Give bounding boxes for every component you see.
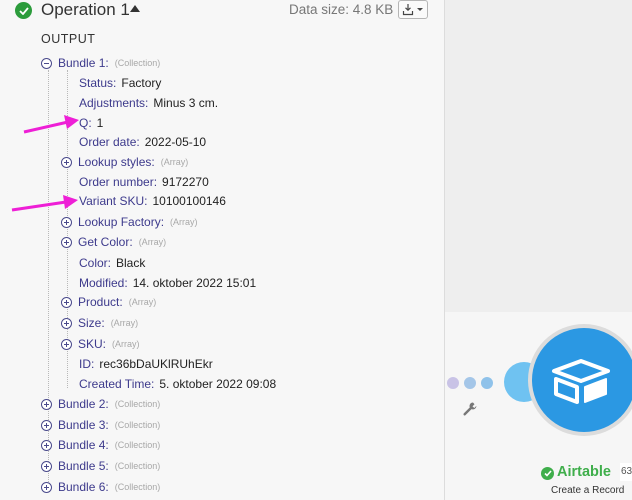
collapse-icon[interactable] — [41, 57, 52, 69]
connector-dot — [447, 377, 459, 389]
expand-icon[interactable] — [61, 296, 72, 308]
field-row-adjustments: Adjustments: Minus 3 cm. — [79, 94, 218, 112]
bundle-label: Bundle 2: — [58, 397, 109, 411]
operation-title[interactable]: Operation 1 — [41, 0, 130, 20]
field-row-color: Color: Black — [79, 254, 145, 272]
field-type: (Array) — [160, 157, 189, 167]
field-key: Created Time: — [79, 377, 155, 391]
expand-icon[interactable] — [41, 419, 52, 431]
field-value: Factory — [121, 76, 162, 90]
wrench-icon[interactable] — [462, 401, 478, 417]
field-key: Status: — [79, 76, 117, 90]
arrow-annotation-q — [23, 115, 79, 134]
bundle-3-row[interactable]: Bundle 3: (Collection) — [41, 416, 160, 434]
check-circle-icon — [15, 2, 32, 19]
field-row-status: Status: Factory — [79, 74, 161, 92]
field-value: 9172270 — [162, 175, 209, 189]
expand-icon[interactable] — [61, 317, 72, 329]
bundle-label: Bundle 5: — [58, 459, 109, 473]
field-key: Modified: — [79, 276, 128, 290]
field-row-lookup-styles[interactable]: Lookup styles: (Array) — [61, 153, 188, 171]
field-value: 2022-05-10 — [144, 135, 207, 149]
expand-icon[interactable] — [41, 481, 52, 493]
field-value: Minus 3 cm. — [153, 96, 219, 110]
expand-icon[interactable] — [61, 216, 72, 228]
field-type: (Array) — [138, 237, 167, 247]
field-type: (Array) — [128, 297, 157, 307]
bundle-label: Bundle 3: — [58, 418, 109, 432]
expand-icon[interactable] — [61, 338, 72, 350]
bundle-type: (Collection) — [114, 420, 161, 430]
bundle-2-row[interactable]: Bundle 2: (Collection) — [41, 395, 160, 413]
field-row-product[interactable]: Product: (Array) — [61, 293, 156, 311]
check-circle-icon — [541, 467, 554, 480]
field-row-order-number: Order number: 9172270 — [79, 173, 209, 191]
expand-icon[interactable] — [61, 236, 72, 248]
field-key: Lookup styles: — [78, 155, 155, 169]
bundle-type: (Collection) — [114, 461, 161, 471]
arrow-annotation-variant-sku — [11, 195, 78, 212]
field-key: Order date: — [79, 135, 140, 149]
bundle-6-row[interactable]: Bundle 6: (Collection) — [41, 478, 160, 496]
bundle-label: Bundle 1: — [58, 56, 109, 70]
field-row-size[interactable]: Size: (Array) — [61, 314, 138, 332]
airtable-logo-icon — [552, 359, 610, 404]
module-action: Create a Record — [551, 485, 625, 496]
field-row-get-color[interactable]: Get Color: (Array) — [61, 233, 166, 251]
bundle-5-row[interactable]: Bundle 5: (Collection) — [41, 457, 160, 475]
field-key: Color: — [79, 256, 112, 270]
expand-icon[interactable] — [41, 439, 52, 451]
bundle-label: Bundle 4: — [58, 438, 109, 452]
connector-dot — [481, 377, 493, 389]
caret-up-icon[interactable] — [130, 5, 140, 12]
field-row-lookup-factory[interactable]: Lookup Factory: (Array) — [61, 213, 198, 231]
field-value: 14. oktober 2022 15:01 — [132, 276, 257, 290]
operation-output-panel: Operation 1 Data size: 4.8 KB OUTPUT Bun… — [0, 0, 445, 500]
connector-dot — [464, 377, 476, 389]
field-type: (Array) — [110, 318, 139, 328]
bundle-label: Bundle 6: — [58, 480, 109, 494]
airtable-module[interactable] — [532, 328, 632, 432]
module-id-badge: 63 — [620, 463, 632, 481]
module-name: Airtable — [557, 464, 611, 480]
expand-icon[interactable] — [61, 156, 72, 168]
output-label: OUTPUT — [41, 32, 96, 46]
field-key: Get Color: — [78, 235, 133, 249]
field-value: 10100100146 — [152, 194, 226, 208]
field-key: Order number: — [79, 175, 158, 189]
expand-icon[interactable] — [41, 460, 52, 472]
bundle-type: (Collection) — [114, 440, 161, 450]
field-key: Q: — [79, 116, 92, 130]
field-row-id: ID: rec36bDaUKlRUhEkr — [79, 355, 213, 373]
field-key: ID: — [79, 357, 95, 371]
field-key: Product: — [78, 295, 123, 309]
download-button[interactable] — [398, 0, 428, 19]
field-row-created-time: Created Time: 5. oktober 2022 09:08 — [79, 375, 276, 393]
field-row-sku[interactable]: SKU: (Array) — [61, 335, 140, 353]
field-value: rec36bDaUKlRUhEkr — [99, 357, 213, 371]
field-row-modified: Modified: 14. oktober 2022 15:01 — [79, 274, 256, 292]
bundle-type: (Collection) — [114, 58, 161, 68]
bundle-type: (Collection) — [114, 482, 161, 492]
download-icon — [402, 4, 423, 16]
bundle-1-row[interactable]: Bundle 1: (Collection) — [41, 54, 160, 72]
operation-header[interactable]: Operation 1 Data size: 4.8 KB — [0, 0, 445, 22]
field-value: 5. oktober 2022 09:08 — [159, 377, 277, 391]
field-key: SKU: — [78, 337, 107, 351]
field-row-order-date: Order date: 2022-05-10 — [79, 133, 206, 151]
field-value: 1 — [96, 116, 104, 130]
field-key: Lookup Factory: — [78, 215, 165, 229]
field-key: Variant SKU: — [79, 194, 148, 208]
field-row-q: Q: 1 — [79, 114, 103, 132]
field-type: (Array) — [170, 217, 198, 227]
bundle-4-row[interactable]: Bundle 4: (Collection) — [41, 436, 160, 454]
expand-icon[interactable] — [41, 398, 52, 410]
bundle-type: (Collection) — [114, 399, 161, 409]
field-row-variant-sku: Variant SKU: 10100100146 — [79, 192, 226, 210]
field-type: (Array) — [112, 339, 140, 349]
field-key: Adjustments: — [79, 96, 149, 110]
field-value: Black — [116, 256, 146, 270]
data-size: Data size: 4.8 KB — [289, 2, 394, 17]
field-key: Size: — [78, 316, 105, 330]
